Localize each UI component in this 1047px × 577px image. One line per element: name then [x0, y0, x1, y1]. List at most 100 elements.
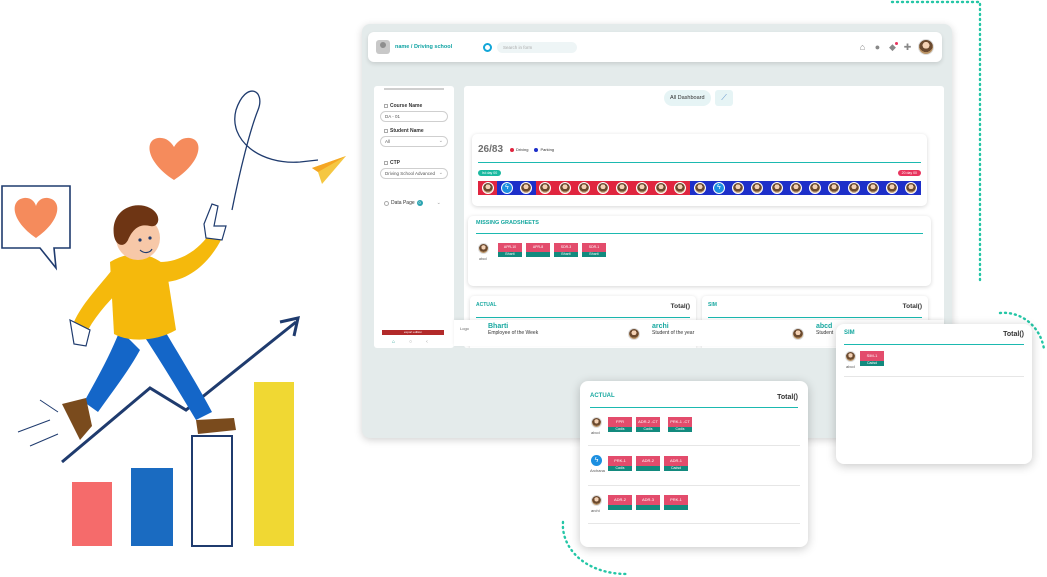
student-avatar[interactable]: [655, 182, 668, 194]
chat-icon[interactable]: ●: [873, 42, 882, 52]
student-name: abcd: [479, 257, 487, 261]
hero-illustration: [1, 90, 346, 547]
track-segment: [901, 181, 922, 195]
course-select[interactable]: DA - 01: [380, 111, 448, 122]
track-segment: [824, 181, 845, 195]
data-page-badge: 0: [416, 200, 423, 206]
student-select[interactable]: All ⌄: [380, 136, 448, 147]
student-avatar[interactable]: [478, 243, 489, 254]
filter-sidebar: Course Name DA - 01 Student Name All ⌄ CT…: [374, 86, 454, 348]
student-name: archi: [591, 508, 600, 513]
student-label: Student Name: [384, 128, 424, 134]
student-avatar[interactable]: [847, 182, 860, 194]
actual-tag[interactable]: FPR Cadis: [608, 417, 632, 433]
student-avatar[interactable]: [674, 182, 687, 194]
legend-item-driving: Driving: [510, 147, 528, 152]
student-avatar[interactable]: [905, 182, 918, 194]
track-segment: [555, 181, 575, 195]
student-avatar[interactable]: [828, 182, 841, 194]
end-pill: 20 day 00: [897, 170, 921, 176]
sim-popup-total: Total(): [1003, 331, 1024, 338]
gradsheet-tag[interactable]: APR-10 Bharti: [498, 243, 522, 259]
student-avatar[interactable]: [693, 182, 706, 194]
actual-tag[interactable]: PRK-1 -CT Cadis: [668, 417, 692, 433]
student-avatar[interactable]: [635, 182, 648, 194]
track-segment: [651, 181, 671, 195]
student-avatar[interactable]: [539, 182, 552, 194]
divider-line: [708, 317, 922, 318]
row-divider: [588, 485, 800, 486]
sim-popup-card: SIM Total() abcd SIM-1 Cadsd: [836, 324, 1032, 464]
lightning-icon[interactable]: ϟ: [712, 182, 725, 194]
search-input[interactable]: Search in form: [497, 41, 577, 53]
heart-icon: [149, 137, 199, 180]
track-segment: [766, 181, 787, 195]
home-icon[interactable]: ⌂: [392, 339, 395, 345]
avatar[interactable]: [792, 328, 804, 340]
student-avatar[interactable]: [886, 182, 899, 194]
actual-tag[interactable]: PRK-1 Cadis: [608, 456, 632, 472]
actual-tag[interactable]: ADR-2: [608, 495, 632, 511]
student-avatar[interactable]: [616, 182, 629, 194]
student-avatar[interactable]: [770, 182, 783, 194]
speech-bubble-icon: [1, 185, 71, 271]
lightning-icon[interactable]: ϟ: [500, 182, 513, 194]
row-divider: [588, 523, 800, 524]
top-bar: name / Driving school Search in form ⌂ ●…: [368, 32, 942, 62]
ctp-select[interactable]: Driving School Advanced ⌄: [380, 168, 448, 179]
breadcrumb[interactable]: name / Driving school: [395, 44, 483, 50]
track-segment: [593, 181, 613, 195]
student-avatar[interactable]: [789, 182, 802, 194]
sim-tag[interactable]: SIM-1 Cadsd: [860, 351, 884, 367]
avatar[interactable]: [918, 39, 934, 55]
lightning-icon[interactable]: ϟ: [591, 455, 602, 466]
student-avatar[interactable]: [591, 495, 602, 506]
student-avatar[interactable]: [577, 182, 590, 194]
person-illustration: [62, 203, 236, 440]
actual-tag[interactable]: PRK-1: [664, 495, 688, 511]
track-segment: [844, 181, 864, 195]
actual-tag[interactable]: ADR-3: [636, 495, 660, 511]
all-dashboard-button[interactable]: All Dashboard: [664, 90, 711, 106]
actual-tag[interactable]: ADR-2 -CT Cadis: [636, 417, 660, 433]
student-avatar[interactable]: [597, 182, 610, 194]
student-avatar[interactable]: [809, 182, 822, 194]
actual-tag[interactable]: ADR-1 Cadsd: [664, 456, 688, 472]
data-page-item[interactable]: Data Page 0 ⌄: [384, 200, 441, 206]
student-avatar[interactable]: [732, 182, 745, 194]
export-strip[interactable]: export edition: [382, 330, 444, 335]
chevron-down-icon: ⌄: [438, 138, 443, 144]
student-avatar[interactable]: [481, 182, 494, 194]
student-avatar[interactable]: [751, 182, 764, 194]
student-avatar[interactable]: [558, 182, 571, 194]
bar-yellow: [254, 382, 294, 546]
refresh-icon[interactable]: ○: [409, 339, 412, 345]
settings-icon[interactable]: ✚: [903, 42, 912, 52]
track-segment: [747, 181, 767, 195]
chart-toggle-icon[interactable]: ⟋: [715, 90, 733, 106]
actual-popup-title: ACTUAL: [590, 393, 615, 399]
track-segment: [535, 181, 556, 195]
gradsheet-tag[interactable]: APR-8: [526, 243, 550, 259]
avatar[interactable]: [628, 328, 640, 340]
gradsheet-tag[interactable]: SDR-1 Bharti: [582, 243, 606, 259]
bell-icon[interactable]: ◆: [888, 41, 898, 52]
track-segment: [670, 181, 690, 195]
track-segment: [612, 181, 633, 195]
track-segment: [689, 181, 710, 195]
track-segment: [632, 181, 652, 195]
back-icon[interactable]: ‹: [426, 339, 428, 345]
student-avatar[interactable]: [845, 351, 856, 362]
user-icon[interactable]: [376, 40, 390, 54]
actual-tag[interactable]: ADR-2: [636, 456, 660, 472]
divider-line: [590, 407, 798, 408]
student-avatar[interactable]: [591, 417, 602, 428]
bar-outline: [191, 435, 233, 547]
student-avatar[interactable]: [866, 182, 879, 194]
progress-card: 26/83 Driving Parking Ist day 00 20 day …: [472, 134, 927, 206]
gradsheet-tag[interactable]: SDR-3 Bharti: [554, 243, 578, 259]
student-avatar[interactable]: [520, 182, 533, 194]
bar-blue: [131, 468, 173, 546]
student-recognition: abcd Student: [816, 323, 834, 336]
home-icon[interactable]: ⌂: [858, 42, 867, 52]
